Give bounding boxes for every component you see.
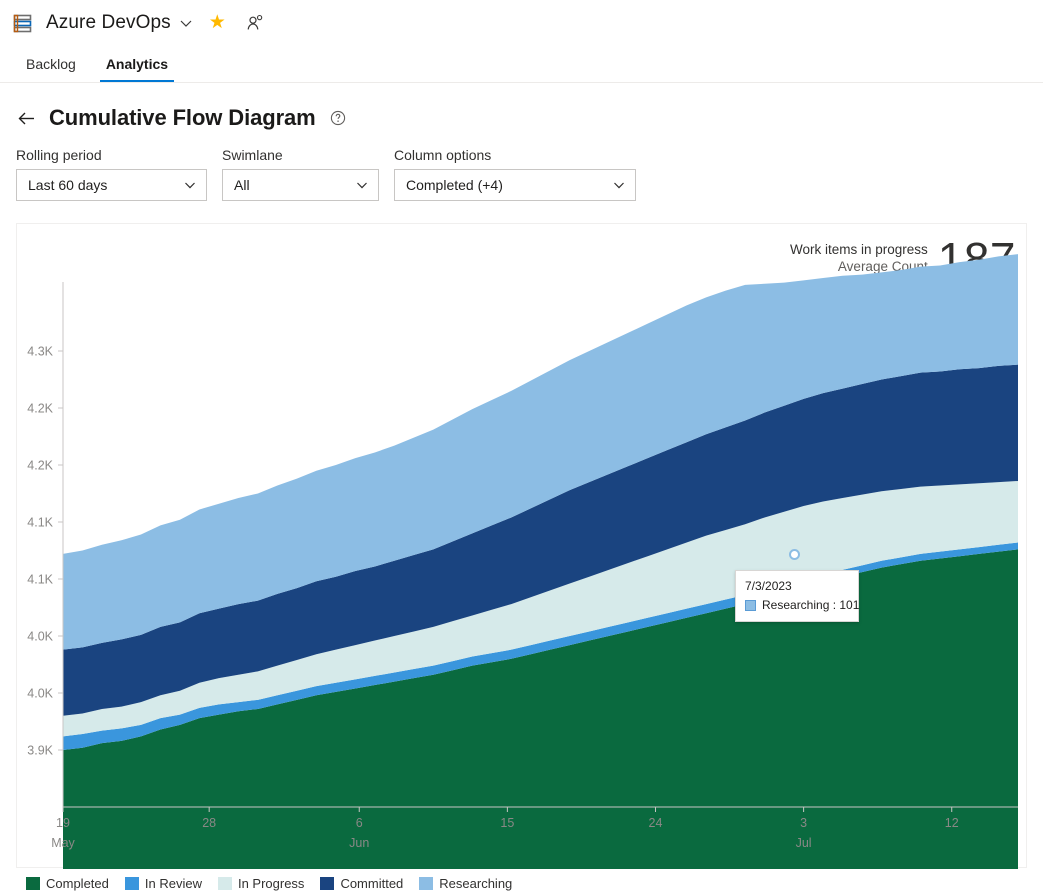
filter-column-options-label: Column options bbox=[394, 147, 636, 163]
filter-bar: Rolling period Last 60 days Swimlane All… bbox=[0, 131, 1043, 201]
filter-swimlane-label: Swimlane bbox=[222, 147, 379, 163]
help-circle-icon[interactable] bbox=[330, 110, 346, 126]
tab-strip: Backlog Analytics bbox=[0, 45, 1043, 83]
y-axis-tick-label: 4.0K bbox=[27, 687, 53, 701]
star-icon[interactable]: ★ bbox=[209, 13, 226, 32]
x-axis-tick-label: 12 bbox=[945, 816, 959, 830]
legend-label-in-progress: In Progress bbox=[238, 876, 304, 891]
filter-swimlane: Swimlane All bbox=[222, 147, 379, 201]
legend-label-committed: Committed bbox=[340, 876, 403, 891]
chart-legend: Completed In Review In Progress Committe… bbox=[0, 868, 1043, 891]
tab-backlog-label: Backlog bbox=[26, 56, 76, 72]
cumulative-flow-area-chart[interactable]: 4.3K 4.2K 4.2K 4.1K 4.1K 4.0K 4.0K 3.9K 19 May 28 6… bbox=[17, 224, 1028, 869]
y-axis-tick-label: 4.3K bbox=[27, 345, 53, 359]
rolling-period-dropdown[interactable]: Last 60 days bbox=[16, 169, 207, 201]
legend-item-committed[interactable]: Committed bbox=[320, 876, 403, 891]
x-axis-tick-label: 28 bbox=[202, 816, 216, 830]
legend-swatch-researching bbox=[419, 877, 433, 890]
chevron-down-icon bbox=[183, 178, 197, 192]
legend-swatch-in-review bbox=[125, 877, 139, 890]
top-bar: Azure DevOps ★ bbox=[0, 0, 1043, 45]
y-axis-tick-label: 4.1K bbox=[27, 573, 53, 587]
chart-tooltip: 7/3/2023 Researching : 101 bbox=[735, 570, 859, 622]
hover-point-marker bbox=[789, 549, 800, 560]
y-axis-tick-label: 3.9K bbox=[27, 744, 53, 758]
x-axis-tick-label: 24 bbox=[649, 816, 663, 830]
x-axis-month-label: May bbox=[51, 836, 75, 850]
legend-label-completed: Completed bbox=[46, 876, 109, 891]
tab-analytics[interactable]: Analytics bbox=[94, 45, 180, 82]
back-arrow-icon[interactable] bbox=[16, 108, 37, 129]
column-options-dropdown[interactable]: Completed (+4) bbox=[394, 169, 636, 201]
tooltip-series-text: Researching : 101 bbox=[762, 598, 859, 612]
x-axis-month-label: Jul bbox=[796, 836, 812, 850]
legend-swatch-committed bbox=[320, 877, 334, 890]
x-axis-tick-label: 19 bbox=[56, 816, 70, 830]
legend-swatch-completed bbox=[26, 877, 40, 890]
legend-label-in-review: In Review bbox=[145, 876, 202, 891]
people-icon[interactable] bbox=[246, 14, 264, 32]
chevron-down-icon[interactable] bbox=[179, 16, 193, 30]
rolling-period-value: Last 60 days bbox=[28, 177, 107, 193]
tooltip-date: 7/3/2023 bbox=[745, 579, 849, 593]
cumulative-flow-chart-card: Work items in progress Average Count 187… bbox=[16, 223, 1027, 868]
page-header: Cumulative Flow Diagram bbox=[0, 83, 1043, 131]
legend-item-completed[interactable]: Completed bbox=[26, 876, 109, 891]
x-axis-month-label: Jun bbox=[349, 836, 369, 850]
swimlane-value: All bbox=[234, 177, 250, 193]
x-axis-tick-label: 6 bbox=[356, 816, 363, 830]
x-axis-tick-label: 15 bbox=[500, 816, 514, 830]
legend-item-researching[interactable]: Researching bbox=[419, 876, 512, 891]
chart-plot-area[interactable]: 4.3K 4.2K 4.2K 4.1K 4.1K 4.0K 4.0K 3.9K 19 May 28 6… bbox=[17, 224, 1028, 869]
y-axis-tick-label: 4.1K bbox=[27, 516, 53, 530]
y-axis-tick-label: 4.2K bbox=[27, 459, 53, 473]
page-title: Cumulative Flow Diagram bbox=[49, 105, 316, 131]
legend-item-in-progress[interactable]: In Progress bbox=[218, 876, 304, 891]
x-axis-tick-label: 3 bbox=[800, 816, 807, 830]
tab-analytics-label: Analytics bbox=[106, 56, 168, 72]
filter-column-options: Column options Completed (+4) bbox=[394, 147, 636, 201]
y-axis-tick-label: 4.2K bbox=[27, 402, 53, 416]
tooltip-series-swatch bbox=[745, 600, 756, 611]
organization-title[interactable]: Azure DevOps bbox=[46, 12, 171, 34]
azure-devops-logo-icon[interactable] bbox=[12, 12, 34, 34]
filter-rolling-period-label: Rolling period bbox=[16, 147, 207, 163]
legend-item-in-review[interactable]: In Review bbox=[125, 876, 202, 891]
filter-rolling-period: Rolling period Last 60 days bbox=[16, 147, 207, 201]
swimlane-dropdown[interactable]: All bbox=[222, 169, 379, 201]
legend-label-researching: Researching bbox=[439, 876, 512, 891]
column-options-value: Completed (+4) bbox=[406, 177, 503, 193]
y-axis-tick-label: 4.0K bbox=[27, 630, 53, 644]
chevron-down-icon bbox=[612, 178, 626, 192]
legend-swatch-in-progress bbox=[218, 877, 232, 890]
chevron-down-icon bbox=[355, 178, 369, 192]
tooltip-series-row: Researching : 101 bbox=[745, 598, 849, 612]
tab-backlog[interactable]: Backlog bbox=[14, 45, 88, 82]
